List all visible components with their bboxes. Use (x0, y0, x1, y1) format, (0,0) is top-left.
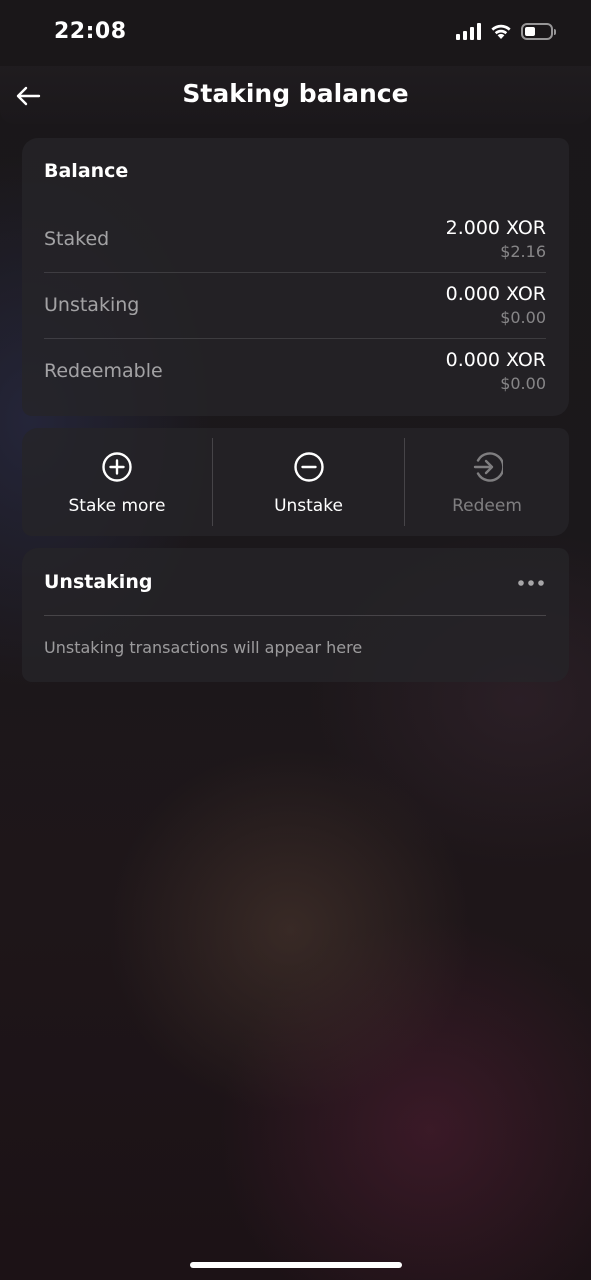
status-time: 22:08 (54, 19, 127, 44)
balance-card: Balance Staked 2.000 XOR $2.16 Unstaking… (22, 138, 569, 416)
plus-circle-icon (102, 452, 132, 482)
wifi-icon (491, 24, 511, 39)
unstake-button[interactable]: Unstake (213, 428, 404, 536)
battery-icon (521, 22, 556, 40)
nav-header: Staking balance (0, 66, 591, 124)
balance-row-fiat: $0.00 (500, 374, 546, 393)
balance-row-amount: 0.000 XOR (445, 349, 546, 371)
stake-more-label: Stake more (68, 496, 166, 516)
actions-card: Stake more Unstake Redeem (22, 428, 569, 536)
unstaking-title: Unstaking (44, 571, 153, 593)
more-horizontal-icon (518, 580, 544, 586)
arrow-right-circle-icon (473, 452, 503, 482)
balance-row-fiat: $0.00 (500, 308, 546, 327)
redeem-label: Redeem (452, 496, 522, 516)
balance-row-unstaking: Unstaking 0.000 XOR $0.00 (44, 272, 546, 339)
redeem-button[interactable]: Redeem (405, 428, 569, 536)
balance-row-fiat: $2.16 (500, 242, 546, 261)
status-bar: 22:08 (0, 0, 591, 66)
unstaking-card: Unstaking Unstaking transactions will ap… (22, 548, 569, 682)
minus-circle-icon (293, 452, 324, 482)
balance-row-amount: 0.000 XOR (445, 283, 546, 305)
more-options-button[interactable] (513, 572, 549, 594)
battery-level (525, 26, 535, 36)
page-title: Staking balance (182, 79, 409, 108)
balance-row-label: Redeemable (44, 360, 163, 382)
unstaking-divider (44, 615, 546, 616)
balance-row-amount: 2.000 XOR (445, 217, 546, 239)
cellular-signal-icon (456, 22, 481, 40)
balance-title: Balance (44, 160, 129, 182)
balance-row-staked: Staked 2.000 XOR $2.16 (44, 206, 546, 273)
home-indicator[interactable] (190, 1262, 402, 1268)
unstaking-empty-message: Unstaking transactions will appear here (44, 638, 363, 657)
unstake-label: Unstake (274, 496, 343, 516)
balance-row-label: Unstaking (44, 294, 140, 316)
stake-more-button[interactable]: Stake more (22, 428, 212, 536)
balance-row-label: Staked (44, 228, 110, 250)
balance-row-redeemable: Redeemable 0.000 XOR $0.00 (44, 338, 546, 404)
status-icons (456, 22, 556, 40)
